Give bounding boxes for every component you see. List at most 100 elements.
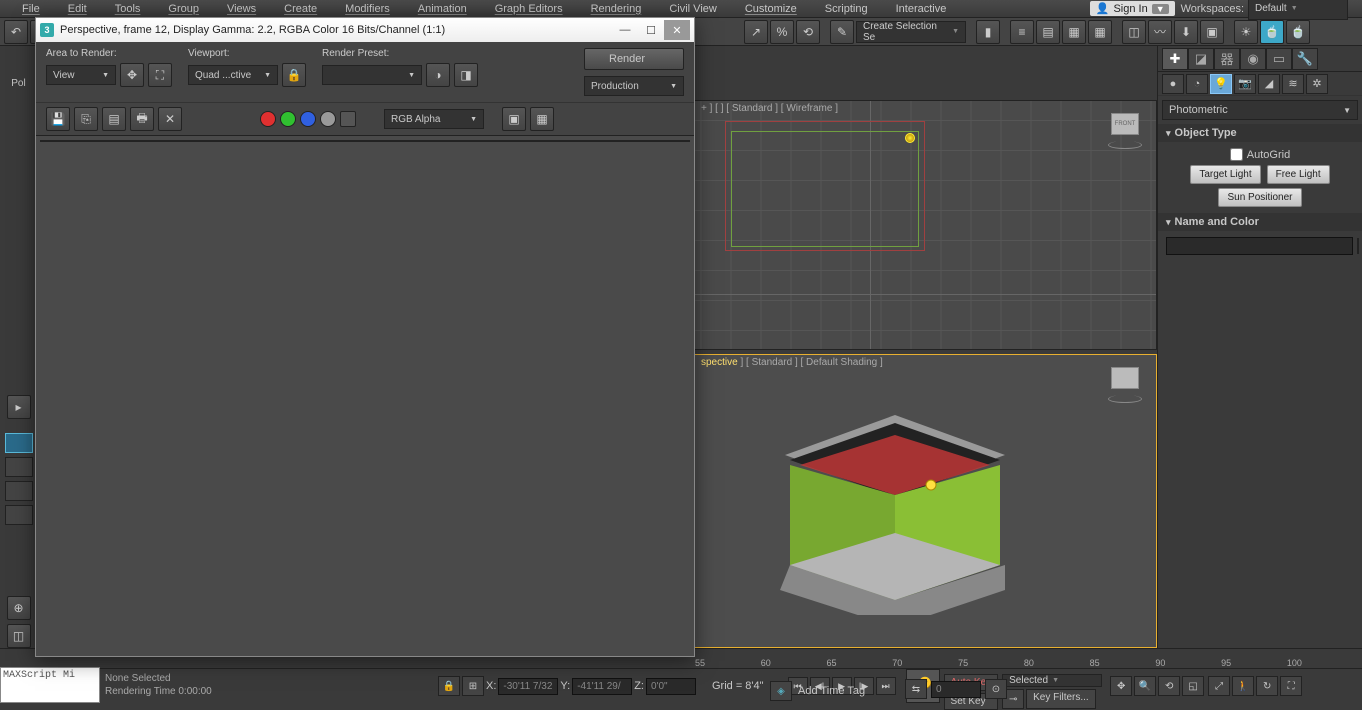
lock-icon[interactable]: 🔒: [438, 676, 460, 696]
menu-edit[interactable]: Edit: [54, 2, 101, 16]
timetag-icon[interactable]: ◈: [770, 681, 792, 701]
channel-mono-icon[interactable]: [340, 111, 356, 127]
region-icon[interactable]: ✥: [120, 63, 144, 87]
name-color-rollout[interactable]: Name and Color: [1158, 213, 1362, 231]
sun-positioner-button[interactable]: Sun Positioner: [1218, 188, 1301, 207]
helpers-icon[interactable]: ◢: [1258, 74, 1280, 94]
render-mode-dropdown[interactable]: Production: [584, 76, 684, 96]
render-viewport-dropdown[interactable]: Quad ...ctive: [188, 65, 278, 85]
menu-modifiers[interactable]: Modifiers: [331, 2, 404, 16]
schematic-icon[interactable]: ◫: [1122, 20, 1146, 44]
render-button[interactable]: Render: [584, 48, 684, 70]
layers-icon[interactable]: ▤: [1036, 20, 1060, 44]
viewport-front[interactable]: + ] [ ] [ Standard ] [ Wireframe ] FRONT: [694, 100, 1157, 350]
time-config-icon[interactable]: ⇆: [905, 679, 927, 699]
signin-dropdown-icon[interactable]: ▼: [1152, 4, 1169, 14]
mirror-icon[interactable]: ▮: [976, 20, 1000, 44]
target-light-button[interactable]: Target Light: [1190, 165, 1260, 184]
view-layout-2[interactable]: [5, 457, 33, 477]
light-gizmo-front[interactable]: [905, 133, 915, 143]
viewport-front-label[interactable]: + ] [ ] [ Standard ] [ Wireframe ]: [701, 103, 838, 114]
light-type-dropdown[interactable]: Photometric: [1162, 100, 1358, 120]
systems-icon[interactable]: ✲: [1306, 74, 1328, 94]
channel-green-icon[interactable]: [280, 111, 296, 127]
shapes-icon[interactable]: ◔: [1186, 74, 1208, 94]
toolbar-btn-c[interactable]: ⟲: [796, 20, 820, 44]
channel-blue-icon[interactable]: [300, 111, 316, 127]
frame-buffer-icon[interactable]: ▣: [1200, 20, 1224, 44]
channel-dropdown[interactable]: RGB Alpha: [384, 109, 484, 129]
isolate-icon[interactable]: ◫: [7, 624, 31, 648]
undo-icon[interactable]: ↶: [4, 20, 28, 44]
geometry-icon[interactable]: ●: [1162, 74, 1184, 94]
workspaces-dropdown[interactable]: Default: [1248, 0, 1348, 20]
autogrid-checkbox[interactable]: AutoGrid: [1166, 148, 1354, 161]
copy-image-icon[interactable]: ⎘: [74, 107, 98, 131]
view-layout-active[interactable]: [5, 433, 33, 453]
preset-b-icon[interactable]: ◨: [454, 63, 478, 87]
menu-animation[interactable]: Animation: [404, 2, 481, 16]
close-icon[interactable]: ✕: [664, 20, 690, 40]
view-layout-3[interactable]: [5, 481, 33, 501]
menu-file[interactable]: File: [8, 2, 54, 16]
menu-create[interactable]: Create: [270, 2, 331, 16]
expand-icon[interactable]: ▸: [7, 395, 31, 419]
modify-tab-icon[interactable]: ◪: [1188, 48, 1214, 70]
nav-fov-icon[interactable]: ⤢: [1208, 676, 1230, 696]
crop-icon[interactable]: ⛶: [148, 63, 172, 87]
maxscript-listener[interactable]: MAXScript Mi: [0, 667, 100, 703]
menu-grapheditors[interactable]: Graph Editors: [481, 2, 577, 16]
viewport-perspective[interactable]: spective ] [ Standard ] [ Default Shadin…: [694, 354, 1157, 648]
addtag-label[interactable]: Add Time Tag: [798, 685, 865, 697]
object-type-rollout[interactable]: Object Type: [1158, 124, 1362, 142]
nav-full-icon[interactable]: ⛶: [1280, 676, 1302, 696]
menu-interactive[interactable]: Interactive: [882, 2, 961, 16]
motion-tab-icon[interactable]: ◉: [1240, 48, 1266, 70]
cameras-icon[interactable]: 📷: [1234, 74, 1256, 94]
spacewarps-icon[interactable]: ≋: [1282, 74, 1304, 94]
render-last-icon[interactable]: 🍵: [1286, 20, 1310, 44]
print-image-icon[interactable]: 🖶: [130, 107, 154, 131]
signin-button[interactable]: 👤 Sign In ▼: [1090, 1, 1175, 16]
toggle-icon[interactable]: ▦: [1062, 20, 1086, 44]
area-render-dropdown[interactable]: View: [46, 65, 116, 85]
nav-zoom-icon[interactable]: 🔍: [1134, 676, 1156, 696]
render-teapot-icon[interactable]: 🍵: [1260, 20, 1284, 44]
current-frame-input[interactable]: 0: [931, 681, 981, 698]
align-icon[interactable]: ≡: [1010, 20, 1034, 44]
free-light-button[interactable]: Free Light: [1267, 165, 1330, 184]
create-tab-icon[interactable]: ✚: [1162, 48, 1188, 70]
lock-viewport-icon[interactable]: 🔒: [282, 63, 306, 87]
clear-image-icon[interactable]: ✕: [158, 107, 182, 131]
viewcube-persp[interactable]: [1104, 361, 1146, 403]
toggle-overlay-a-icon[interactable]: ▣: [502, 107, 526, 131]
viewcube-front[interactable]: FRONT: [1104, 107, 1146, 149]
time-config2-icon[interactable]: ⊙: [985, 679, 1007, 699]
save-image-icon[interactable]: 💾: [46, 107, 70, 131]
render-prod-icon[interactable]: ☀: [1234, 20, 1258, 44]
toolbar-btn-d[interactable]: ✎: [830, 20, 854, 44]
viewport-persp-label[interactable]: spective ] [ Standard ] [ Default Shadin…: [701, 357, 883, 368]
nav-walk-icon[interactable]: 🚶: [1232, 676, 1254, 696]
menu-scripting[interactable]: Scripting: [811, 2, 882, 16]
z-value[interactable]: 0'0": [646, 678, 696, 695]
selection-set-dropdown[interactable]: Create Selection Se: [856, 21, 966, 43]
minimize-icon[interactable]: —: [612, 20, 638, 40]
material-icon[interactable]: 〰: [1148, 20, 1172, 44]
menu-rendering[interactable]: Rendering: [577, 2, 656, 16]
curve-editor-icon[interactable]: ▦: [1088, 20, 1112, 44]
lights-icon[interactable]: 💡: [1210, 74, 1232, 94]
hierarchy-tab-icon[interactable]: 器: [1214, 48, 1240, 70]
sel-lock-icon[interactable]: ⊞: [462, 676, 484, 696]
menu-customize[interactable]: Customize: [731, 2, 811, 16]
object-color-swatch[interactable]: [1357, 238, 1359, 254]
render-output[interactable]: [40, 140, 690, 142]
channel-red-icon[interactable]: [260, 111, 276, 127]
nav-rot-icon[interactable]: ↻: [1256, 676, 1278, 696]
render-setup-icon[interactable]: ⬇: [1174, 20, 1198, 44]
menu-civilview[interactable]: Civil View: [655, 2, 730, 16]
x-value[interactable]: -30'11 7/32: [498, 678, 558, 695]
world-icon[interactable]: ⊕: [7, 596, 31, 620]
view-layout-4[interactable]: [5, 505, 33, 525]
render-titlebar[interactable]: 3 Perspective, frame 12, Display Gamma: …: [36, 18, 694, 42]
